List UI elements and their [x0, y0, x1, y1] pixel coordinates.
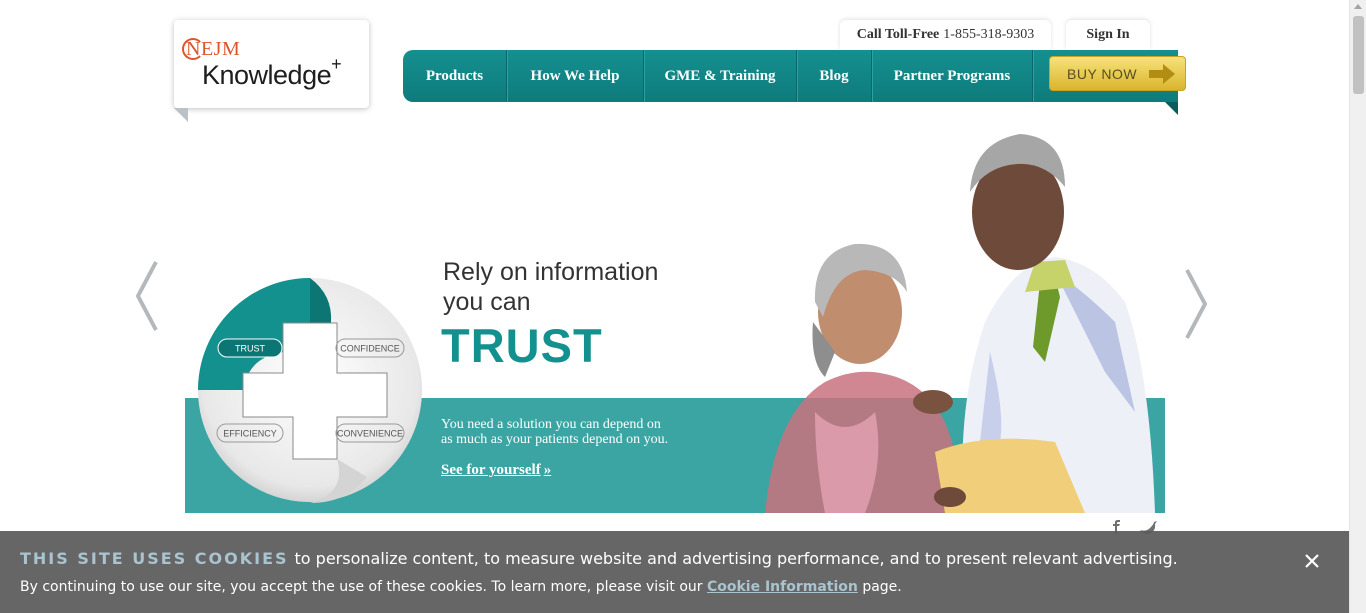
cta-text: See for yourself — [441, 462, 541, 478]
hero-slide: TRUST CONFIDENCE EFFICIENCY CONVENIENCE Rel… — [185, 112, 1165, 513]
hero-headline-trust: TRUST — [441, 319, 603, 372]
cookie-line2-pre: By continuing to use our site, you accep… — [20, 579, 703, 595]
sign-in-button[interactable]: Sign In — [1066, 20, 1150, 50]
nav-partner-programs[interactable]: Partner Programs — [872, 50, 1033, 102]
logo-plus: + — [331, 54, 342, 74]
buy-arrow-icon — [1149, 64, 1175, 84]
cta-chevron: » — [543, 462, 552, 478]
scroll-up-icon[interactable] — [1354, 4, 1362, 9]
logo[interactable]: NEJM Knowledge+ — [174, 20, 369, 108]
call-label: Call Toll-Free — [856, 27, 940, 42]
prev-arrow-icon[interactable] — [134, 260, 160, 332]
nav-gme-training[interactable]: GME & Training — [644, 50, 797, 102]
cookie-line2-post: page. — [862, 579, 902, 595]
hero-subtext-line2: as much as your patients depend on you. — [441, 432, 669, 447]
quadrant-label-trust: TRUST — [235, 344, 265, 354]
doctor-patient-illustration — [765, 134, 1155, 513]
page: NEJM Knowledge+ Call Toll-Free 1-855-318… — [0, 0, 1366, 613]
nav-tail — [1165, 102, 1178, 115]
close-icon[interactable] — [1304, 553, 1320, 569]
cookie-line2: By continuing to use our site, you accep… — [20, 579, 902, 595]
nav-blog[interactable]: Blog — [797, 50, 872, 102]
nav-products[interactable]: Products — [403, 50, 507, 102]
buy-now-button[interactable]: BUY NOW — [1049, 56, 1186, 91]
call-toll-free: Call Toll-Free 1-855-318-9303 — [840, 20, 1051, 50]
cookie-line1-text: to personalize content, to measure websi… — [294, 549, 1178, 568]
see-for-yourself-link[interactable]: See for yourself» — [441, 462, 551, 479]
next-arrow-icon[interactable] — [1183, 268, 1209, 340]
trust-circle-graphic: TRUST CONFIDENCE EFFICIENCY CONVENIENCE — [198, 278, 422, 503]
hero-subtext-line1: You need a solution you can depend on — [441, 417, 661, 432]
scroll-thumb[interactable] — [1353, 16, 1364, 94]
cookie-line1: THIS SITE USES COOKIES to personalize con… — [20, 549, 1178, 568]
hero-headline-line1: Rely on information — [443, 258, 659, 286]
buy-now-label: BUY NOW — [1067, 65, 1138, 82]
quadrant-label-efficiency: EFFICIENCY — [223, 429, 277, 439]
logo-knowledge: Knowledge+ — [202, 54, 342, 91]
nav-how-we-help[interactable]: How We Help — [507, 50, 644, 102]
cookie-title: THIS SITE USES COOKIES — [20, 549, 289, 568]
call-number: 1-855-318-9303 — [943, 27, 1035, 42]
quadrant-label-convenience: CONVENIENCE — [337, 429, 403, 439]
cookie-banner: THIS SITE USES COOKIES to personalize con… — [0, 531, 1349, 613]
logo-knowledge-text: Knowledge — [202, 60, 332, 90]
cookie-information-link[interactable]: Cookie Information — [707, 579, 858, 595]
page-scrollbar[interactable] — [1349, 0, 1366, 613]
hero-headline-line2: you can — [443, 288, 531, 316]
quadrant-label-confidence: CONFIDENCE — [340, 344, 400, 354]
